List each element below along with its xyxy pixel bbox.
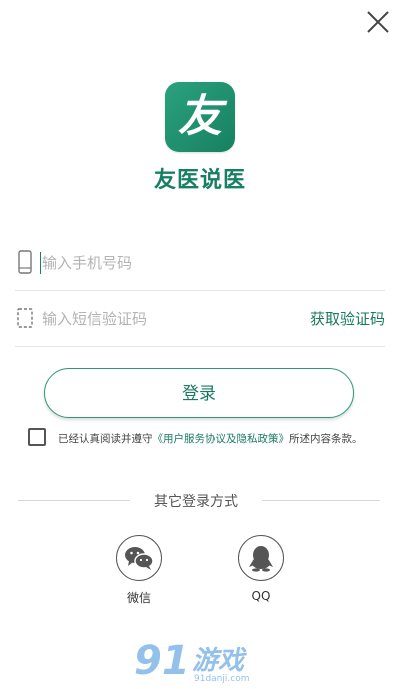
app-logo-char: 友 (178, 91, 222, 142)
watermark-text: 游戏 (192, 646, 245, 676)
message-code-icon (17, 308, 33, 328)
wechat-icon (125, 547, 154, 570)
agreement-link[interactable]: 《用户服务协议及隐私政策》 (153, 433, 290, 445)
code-row: 获取验证码 (15, 290, 385, 347)
agreement-text: 已经认真阅读并遵守《用户服务协议及隐私政策》所述内容条款。 (58, 431, 363, 446)
divider-left (18, 500, 130, 501)
watermark-logo-icon: 91 (134, 638, 190, 682)
phone-input[interactable] (40, 248, 284, 278)
divider-right (262, 500, 380, 501)
wechat-label: 微信 (126, 591, 151, 605)
phone-icon (18, 250, 32, 274)
agreement-row: 已经认真阅读并遵守《用户服务协议及隐私政策》所述内容条款。 (28, 428, 388, 450)
agreement-checkbox[interactable] (28, 428, 46, 446)
agreement-prefix: 已经认真阅读并遵守 (58, 433, 153, 445)
agreement-suffix: 所述内容条款。 (289, 433, 363, 445)
qq-penguin-icon (249, 546, 273, 572)
wechat-login-button[interactable] (116, 535, 162, 581)
login-button[interactable]: 登录 (44, 368, 354, 418)
close-button[interactable] (362, 6, 394, 38)
qq-login-button[interactable] (238, 535, 284, 581)
watermark-sub: 91danji.com (194, 674, 250, 684)
svg-text:91: 91 (134, 638, 190, 682)
app-name: 友医说医 (153, 168, 246, 193)
app-logo: 友 (165, 82, 235, 152)
qq-label: QQ (251, 589, 271, 603)
phone-row (15, 234, 385, 291)
other-login-title: 其它登录方式 (154, 494, 238, 510)
close-icon (367, 11, 389, 33)
site-watermark: 91 游戏 91danji.com (132, 636, 272, 686)
get-code-button[interactable]: 获取验证码 (310, 308, 385, 329)
sms-code-input[interactable] (40, 304, 284, 334)
